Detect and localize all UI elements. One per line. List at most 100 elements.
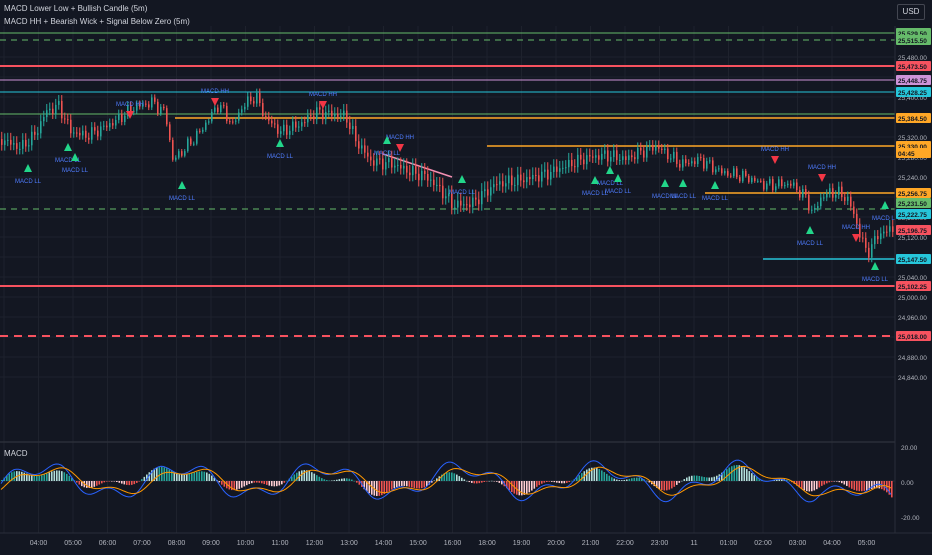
macd-histogram-bar bbox=[303, 470, 306, 481]
signal-label: MACD LL bbox=[374, 151, 401, 157]
macd-histogram-bar bbox=[261, 481, 263, 484]
candle-body bbox=[553, 166, 555, 173]
candle-body bbox=[808, 194, 810, 211]
macd-histogram-bar bbox=[136, 481, 138, 483]
macd-histogram-bar bbox=[413, 481, 416, 489]
signal-down-arrow-icon bbox=[818, 174, 826, 182]
candle-body bbox=[379, 158, 381, 160]
macd-histogram-bar bbox=[833, 481, 836, 482]
macd-histogram-bar bbox=[13, 471, 16, 481]
macd-histogram-bar bbox=[461, 477, 463, 481]
time-axis[interactable]: 04:00 05:00 06:00 07:00 08:00 09:00 10:00 11:00… bbox=[0, 532, 932, 547]
signal-up-arrow-icon bbox=[458, 175, 466, 183]
candle-body bbox=[805, 189, 807, 195]
candle-body bbox=[67, 119, 69, 121]
candle-body bbox=[460, 200, 462, 206]
macd-histogram-bar bbox=[141, 479, 143, 481]
macd-histogram-bar bbox=[176, 473, 178, 481]
price-badge-label: 25,222.75 bbox=[898, 212, 927, 219]
macd-histogram-bar bbox=[568, 481, 571, 483]
macd-histogram-bar bbox=[863, 481, 866, 491]
candle-body bbox=[154, 97, 156, 102]
candle-body bbox=[124, 115, 126, 122]
macd-histogram-bar bbox=[186, 474, 188, 481]
price-axis-label: 25,120.00 bbox=[898, 235, 927, 242]
candle-body bbox=[478, 199, 480, 205]
macd-histogram-bar bbox=[808, 481, 811, 492]
macd-histogram-bar bbox=[116, 481, 118, 482]
horizontal-levels bbox=[0, 32, 895, 337]
macd-axis-label: 20.00 bbox=[901, 445, 918, 452]
macd-histogram-bar bbox=[386, 481, 388, 493]
candle-body bbox=[400, 164, 402, 169]
candle-body bbox=[406, 165, 408, 173]
time-axis-label: 06:00 bbox=[99, 540, 117, 547]
macd-histogram-bar bbox=[163, 467, 166, 481]
candle-body bbox=[424, 170, 426, 174]
macd-histogram-bar bbox=[143, 476, 146, 481]
macd-histogram-bar bbox=[243, 481, 246, 487]
macd-histogram-bar bbox=[613, 478, 616, 481]
candle-body bbox=[100, 126, 102, 137]
candle-body bbox=[205, 122, 207, 130]
signal-label: MACD LL bbox=[702, 196, 729, 202]
candle-body bbox=[841, 186, 843, 198]
chart-canvas[interactable]: MACD LL MACD LL MACD LL MACD LL MACD HH MACD … bbox=[0, 0, 932, 550]
candle-body bbox=[355, 125, 357, 142]
candle-body bbox=[259, 92, 261, 104]
candle-body bbox=[742, 170, 744, 182]
macd-histogram-bar bbox=[731, 466, 733, 481]
candle-body bbox=[886, 231, 888, 233]
candle-body bbox=[28, 145, 30, 147]
time-axis-label: 05:00 bbox=[858, 540, 876, 547]
currency-button[interactable]: USD bbox=[897, 4, 925, 20]
candle-body bbox=[529, 177, 531, 180]
price-axis[interactable]: 25,480.0025,440.0025,400.0025,360.0025,3… bbox=[894, 0, 932, 550]
candle-body bbox=[277, 124, 279, 134]
candle-body bbox=[361, 145, 363, 149]
macd-histogram-bar bbox=[43, 474, 46, 481]
indicator-label-1[interactable]: MACD Lower Low + Bullish Candle (5m) bbox=[4, 4, 147, 13]
macd-pane bbox=[0, 459, 895, 503]
price-badge-label: 25,473.50 bbox=[898, 64, 927, 71]
signal-label: MACD LL bbox=[62, 168, 89, 174]
trading-chart[interactable]: MACD LL MACD LL MACD LL MACD LL MACD HH MACD … bbox=[0, 0, 932, 550]
candle-body bbox=[196, 130, 198, 144]
macd-histogram-bar bbox=[481, 481, 483, 483]
candle-body bbox=[793, 182, 795, 186]
candle-body bbox=[499, 181, 501, 185]
signal-label: MACD HH bbox=[309, 92, 337, 98]
candle-body bbox=[631, 155, 633, 158]
signal-label: MACD LL bbox=[670, 194, 697, 200]
macd-histogram-bar bbox=[823, 481, 826, 485]
macd-histogram-bar bbox=[266, 481, 268, 485]
signal-label: MACD LL bbox=[15, 179, 42, 185]
indicator-label-2[interactable]: MACD HH + Bearish Wick + Signal Below Ze… bbox=[4, 17, 190, 26]
macd-histogram-bar bbox=[56, 470, 58, 481]
macd-histogram-bar bbox=[78, 481, 81, 485]
macd-axis-label: -20.00 bbox=[901, 515, 920, 522]
time-axis-label: 04:00 bbox=[823, 540, 841, 547]
macd-histogram-bar bbox=[628, 478, 631, 481]
time-axis-label: 13:00 bbox=[340, 540, 358, 547]
candle-body bbox=[628, 155, 630, 160]
candle-body bbox=[235, 120, 237, 122]
macd-histogram-bar bbox=[238, 481, 241, 489]
macd-histogram-bar bbox=[631, 478, 633, 481]
macd-histogram-bar bbox=[558, 481, 561, 484]
price-axis-label: 25,240.00 bbox=[898, 175, 927, 182]
macd-histogram-bar bbox=[746, 469, 748, 481]
macd-histogram-bar bbox=[241, 481, 243, 488]
macd-histogram-bar bbox=[121, 481, 123, 484]
macd-pane-title: MACD bbox=[4, 449, 28, 458]
macd-histogram-bar bbox=[418, 481, 421, 489]
candle-body bbox=[751, 177, 753, 183]
macd-histogram-bar bbox=[138, 481, 141, 482]
candle-body bbox=[745, 170, 747, 176]
macd-histogram-bar bbox=[686, 477, 688, 481]
candle-body bbox=[52, 108, 54, 115]
candle-body bbox=[118, 113, 120, 120]
candle-body bbox=[178, 151, 180, 158]
price-axis-label: 24,880.00 bbox=[898, 355, 927, 362]
candle-body bbox=[880, 233, 882, 240]
